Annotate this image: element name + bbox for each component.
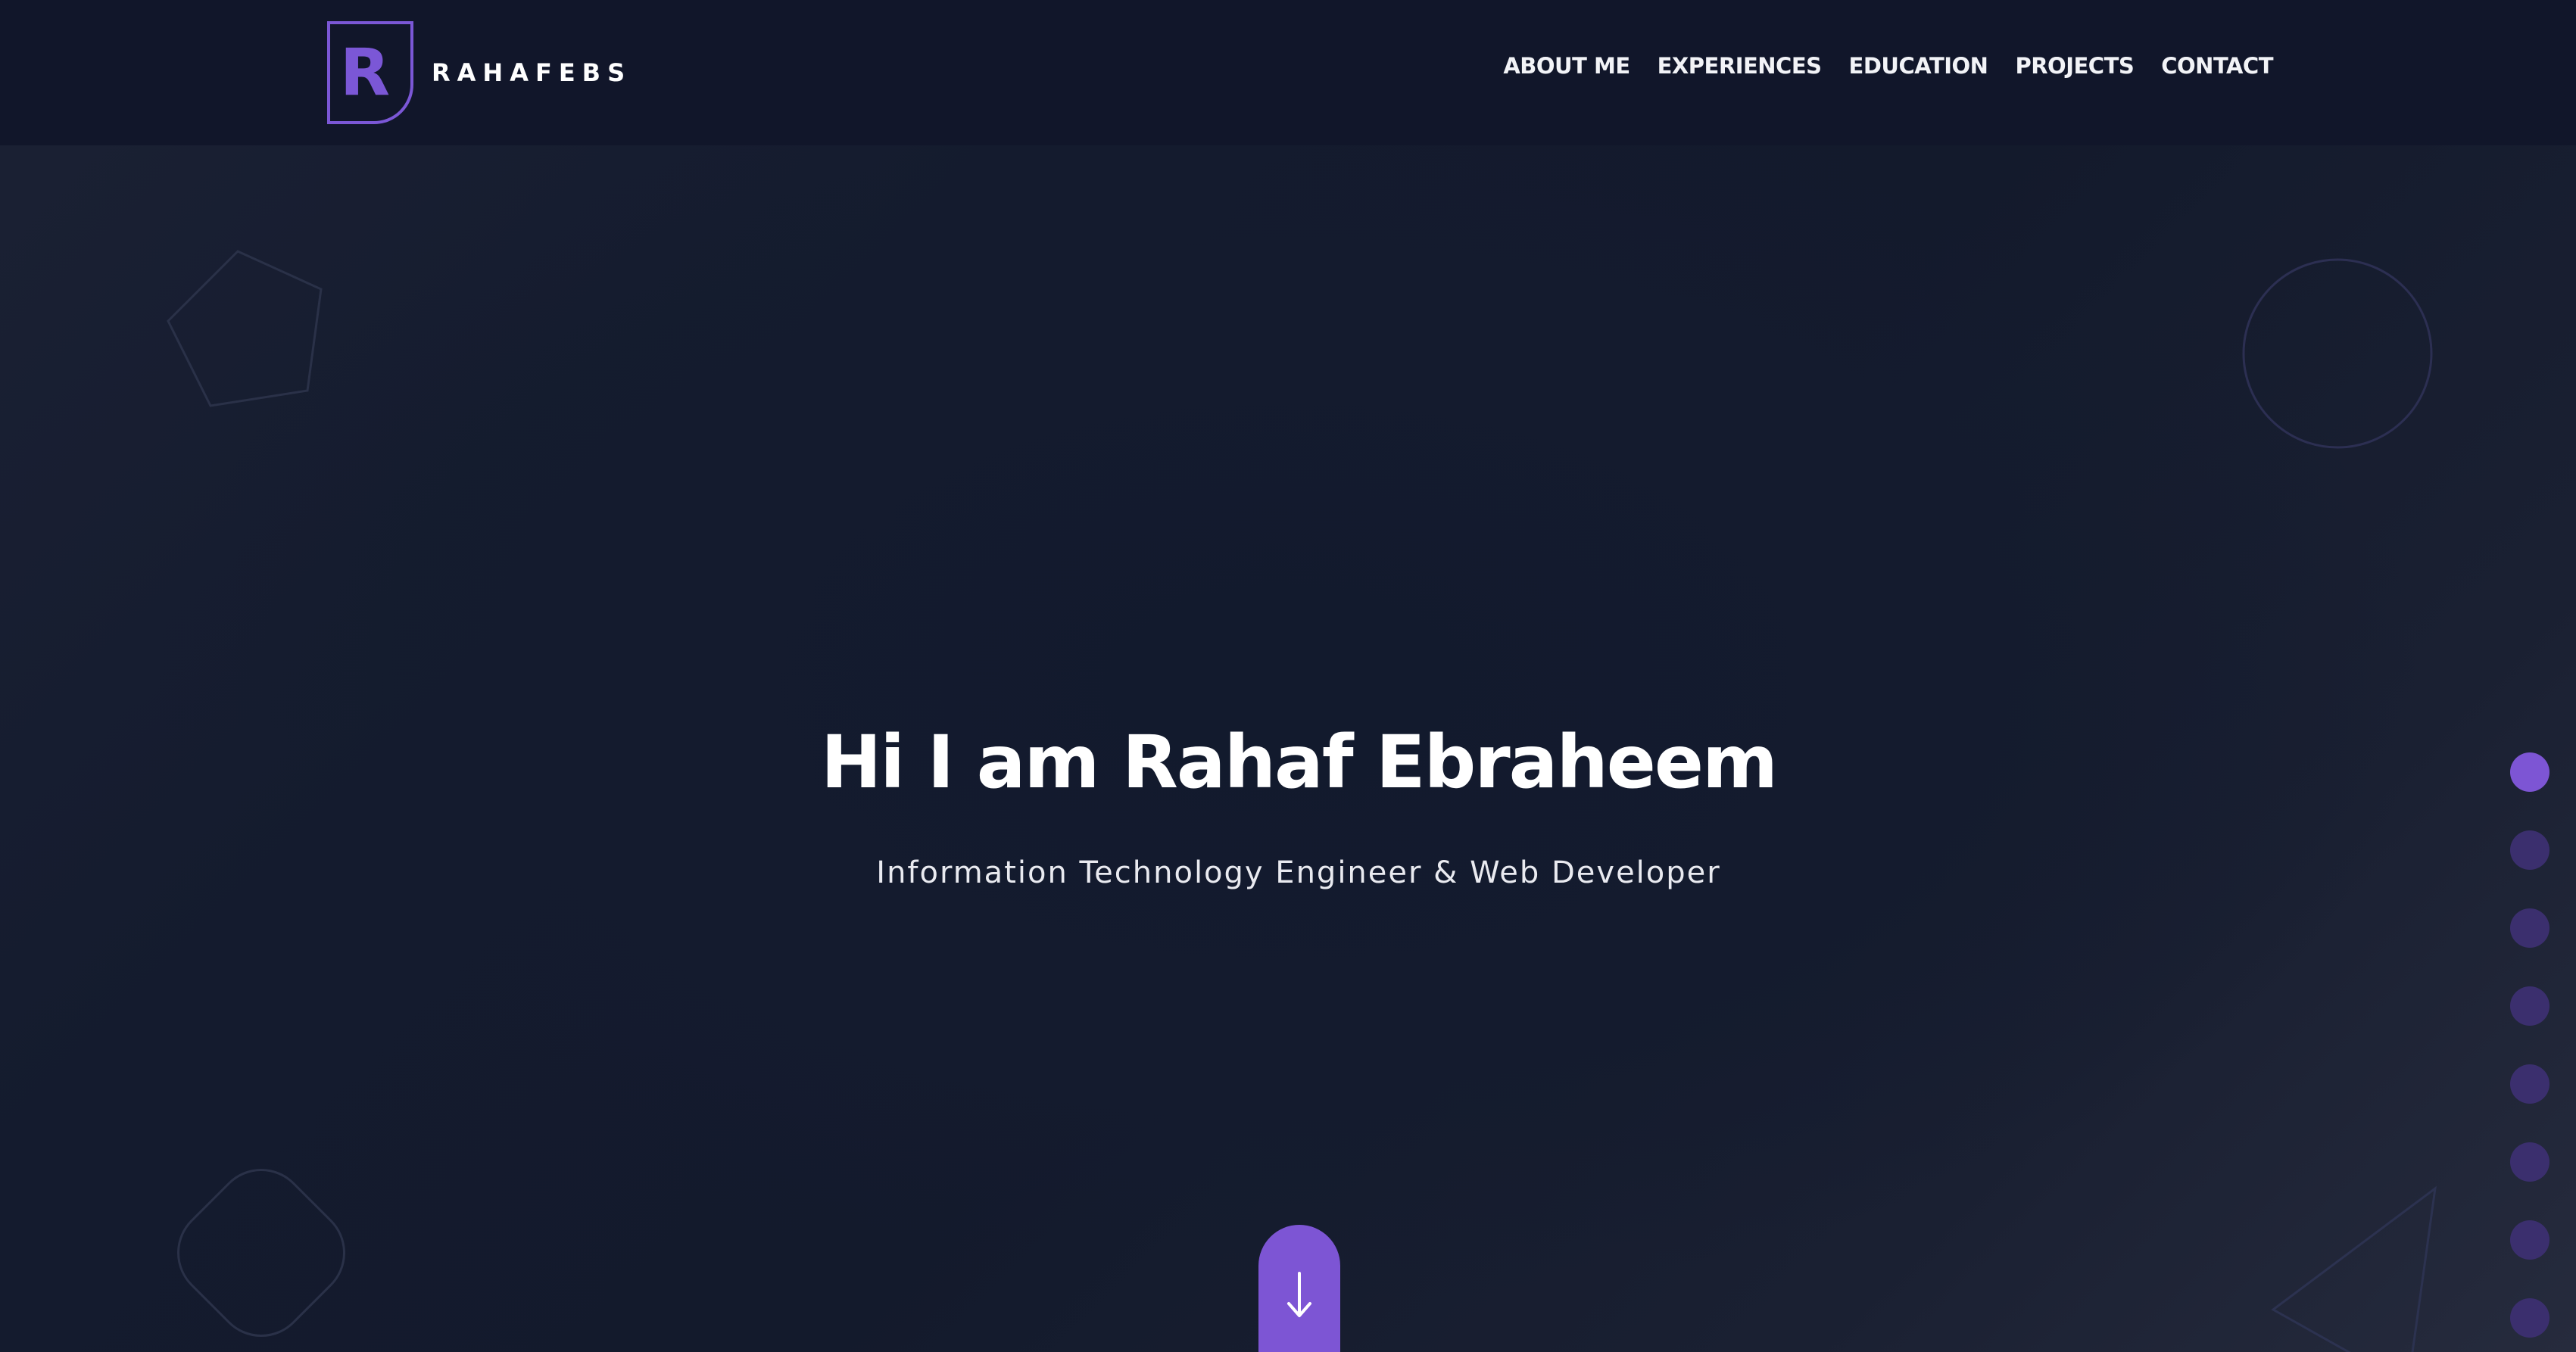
- pentagon-decoration-icon: [167, 250, 323, 407]
- scroll-down-button[interactable]: [1258, 1225, 1340, 1352]
- pagination-dot-3[interactable]: [2510, 908, 2549, 948]
- hero-subtitle: Information Technology Engineer & Web De…: [876, 855, 1721, 890]
- section-pagination: [2510, 752, 2549, 1352]
- nav-education[interactable]: EDUCATION: [1849, 53, 1988, 79]
- brand-name: RAHAFEBS: [432, 58, 632, 87]
- brand-logo[interactable]: R RAHAFEBS: [326, 20, 632, 126]
- logo-letter: R: [339, 35, 391, 111]
- pagination-dot-8[interactable]: [2510, 1298, 2549, 1338]
- nav-projects[interactable]: PROJECTS: [2015, 53, 2134, 79]
- pagination-dot-1[interactable]: [2510, 752, 2549, 792]
- arrow-down-icon: [1287, 1272, 1311, 1317]
- main-nav: ABOUT ME EXPERIENCES EDUCATION PROJECTS …: [1503, 53, 2273, 79]
- logo-mark: R: [326, 20, 416, 126]
- pagination-dot-4[interactable]: [2510, 986, 2549, 1026]
- pagination-dot-5[interactable]: [2510, 1064, 2549, 1104]
- pagination-dot-7[interactable]: [2510, 1220, 2549, 1260]
- page: R RAHAFEBS ABOUT ME EXPERIENCES EDUCATIO…: [0, 0, 2576, 1352]
- hero-title: Hi I am Rahaf Ebraheem: [820, 720, 1778, 805]
- rounded-square-decoration-icon: [177, 1169, 345, 1337]
- pagination-dot-6[interactable]: [2510, 1142, 2549, 1182]
- nav-experiences[interactable]: EXPERIENCES: [1658, 53, 1822, 79]
- circle-decoration-icon: [2242, 258, 2433, 449]
- triangle-decoration-icon: [2271, 1185, 2437, 1352]
- pagination-dot-2[interactable]: [2510, 830, 2549, 870]
- nav-about-me[interactable]: ABOUT ME: [1503, 53, 1630, 79]
- nav-contact[interactable]: CONTACT: [2161, 53, 2273, 79]
- site-header: R RAHAFEBS ABOUT ME EXPERIENCES EDUCATIO…: [0, 0, 2576, 145]
